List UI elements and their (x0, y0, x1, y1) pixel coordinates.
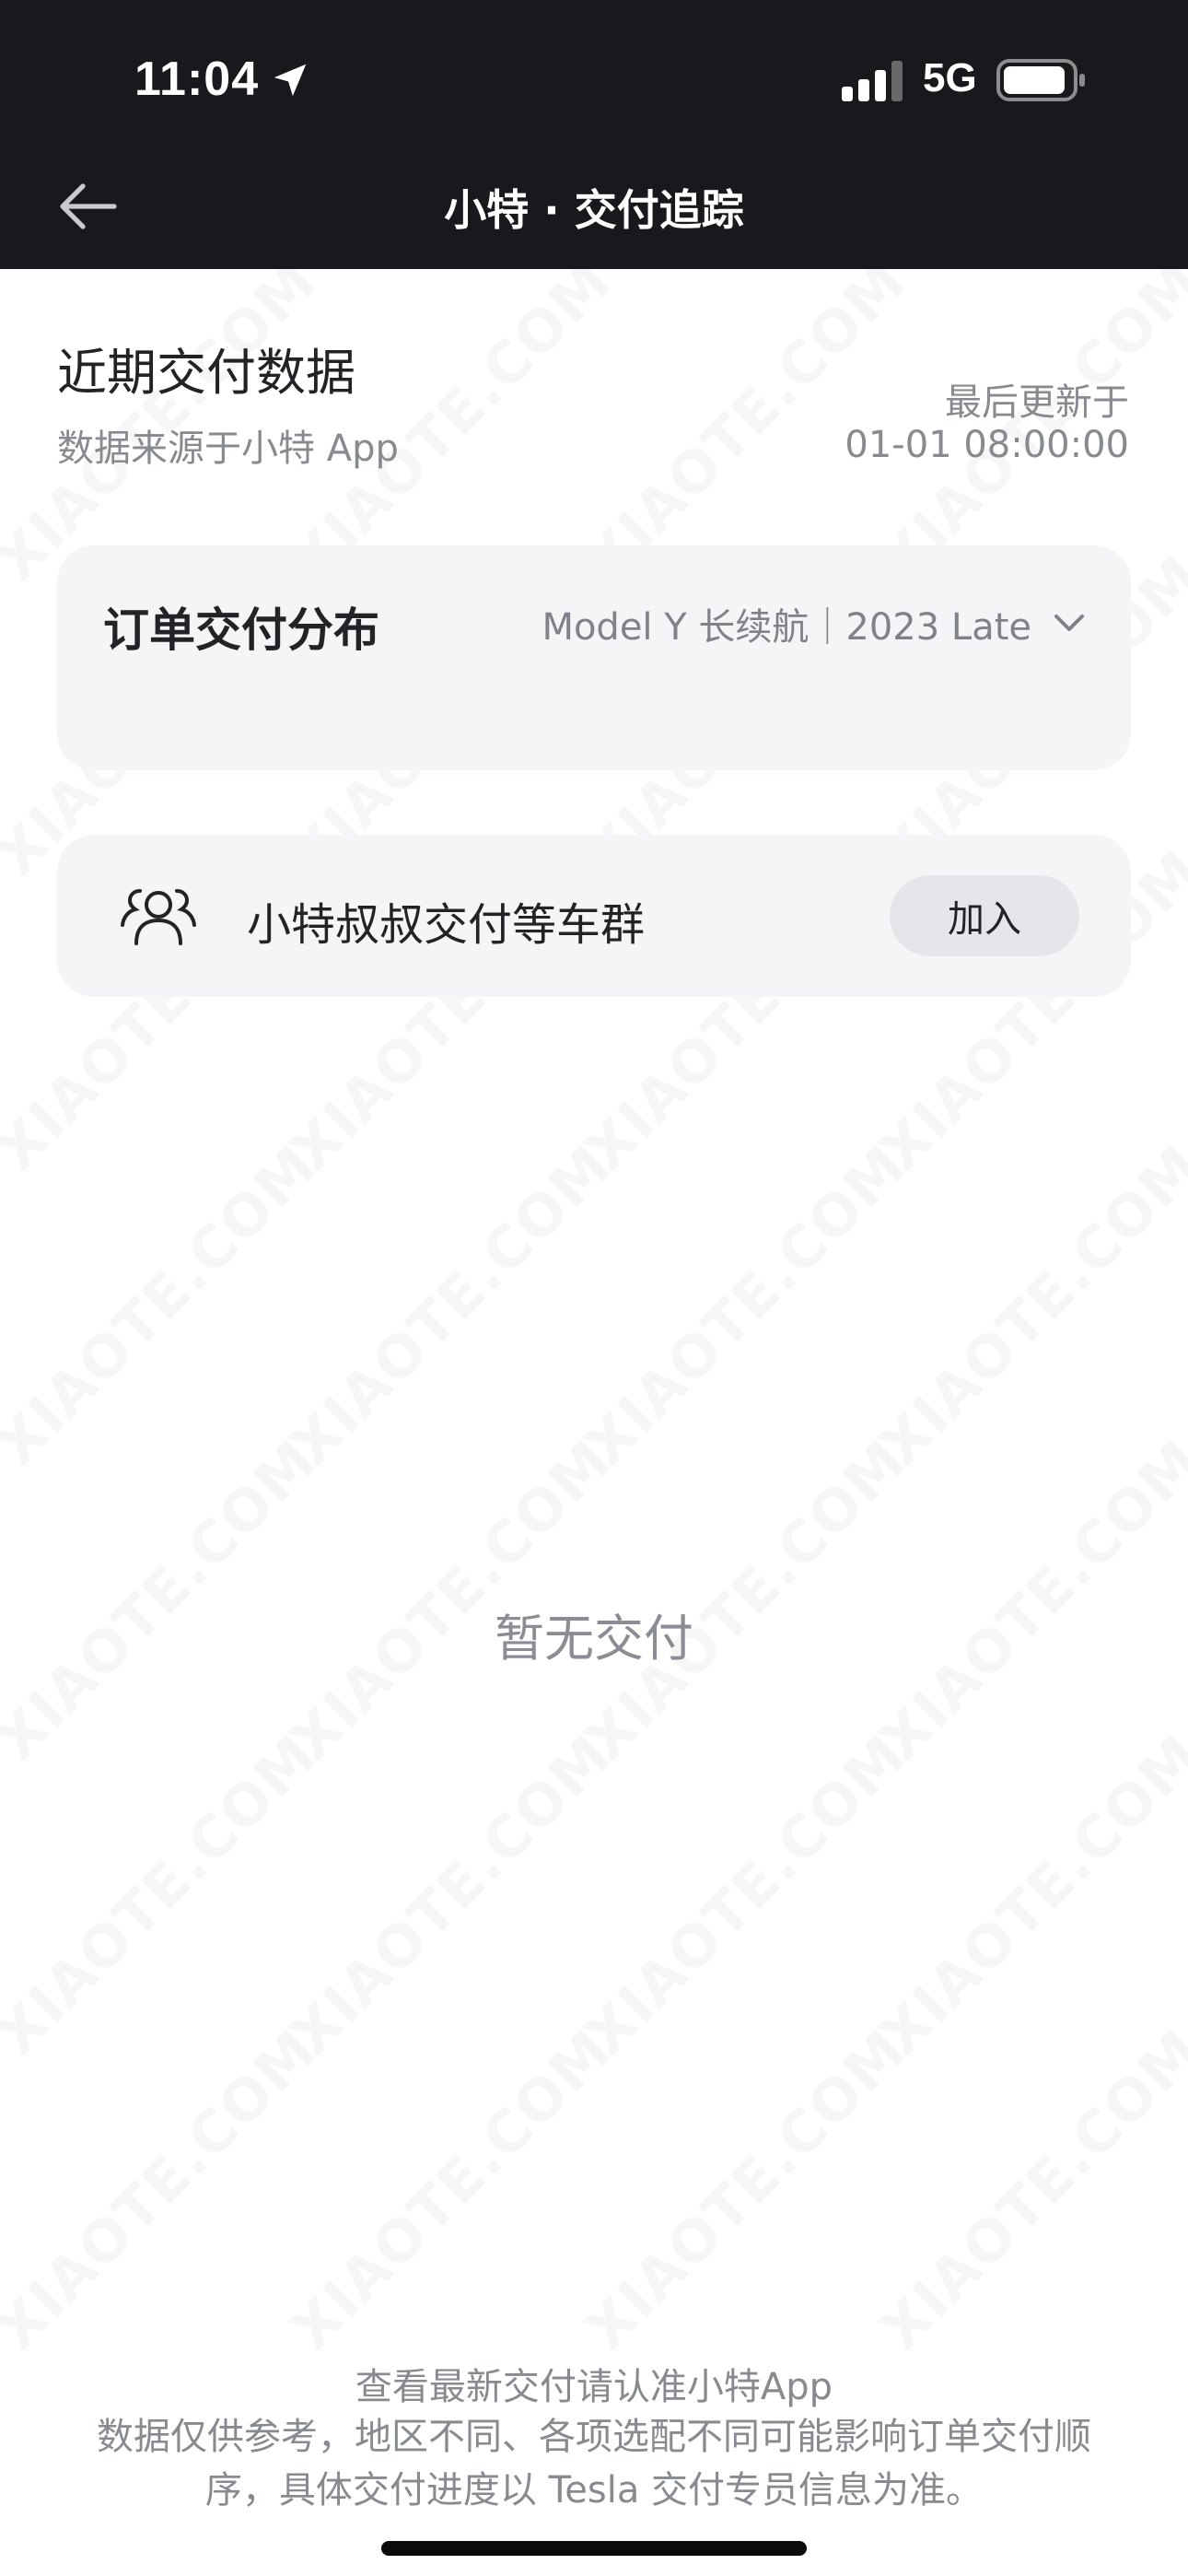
watermark-text: XIAOTE.COM (278, 2016, 625, 2363)
group-users-icon (121, 889, 196, 945)
page-title: 小特 · 交付追踪 (444, 185, 744, 235)
header: 11:04 5G 小特 · 交付追踪 (0, 0, 1188, 269)
cellular-signal-icon (842, 61, 903, 101)
join-group-button[interactable]: 加入 (890, 875, 1079, 956)
battery-icon (996, 59, 1085, 101)
network-type: 5G (923, 55, 977, 100)
model-selector[interactable]: Model Y 长续航｜2023 Late (542, 597, 1085, 650)
watermark-text: XIAOTE.COM (0, 1131, 330, 1479)
watermark-text: XIAOTE.COM (278, 1131, 625, 1479)
watermark-text: XIAOTE.COM (0, 1721, 330, 2068)
watermark-text: XIAOTE.COM (868, 1131, 1188, 1479)
recent-deliveries-title: 近期交付数据 (57, 344, 355, 402)
delivery-distribution-card: 订单交付分布 Model Y 长续航｜2023 Late (57, 545, 1131, 770)
status-time: 11:04 (134, 53, 260, 106)
page: XIAOTE.COM XIAOTE.COM XIAOTE.COM XIAOTE.… (0, 0, 1188, 2576)
footer-disclaimer: 数据仅供参考，地区不同、各项选配不同可能影响订单交付顺序，具体交付进度以 Tes… (97, 2416, 1091, 2512)
watermark-text: XIAOTE.COM (868, 1721, 1188, 2068)
empty-state-text: 暂无交付 (495, 1610, 693, 1668)
location-arrow-icon (274, 64, 307, 97)
home-indicator (381, 2541, 807, 2556)
waiting-group-card: 小特叔叔交付等车群 加入 (57, 835, 1131, 997)
watermark-text: XIAOTE.COM (278, 1721, 625, 2068)
last-updated-label: 最后更新于 (945, 381, 1129, 424)
watermark-text: XIAOTE.COM (573, 2016, 920, 2363)
footer-notice: 查看最新交付请认准小特App (355, 2366, 833, 2408)
last-updated-time: 01-01 08:00:00 (844, 424, 1129, 466)
data-source-text: 数据来源于小特 App (57, 427, 399, 470)
chevron-down-icon (1054, 615, 1084, 631)
model-selector-value: Model Y 长续航｜2023 Late (542, 606, 1031, 649)
watermark-text: XIAOTE.COM (868, 2016, 1188, 2363)
distribution-title: 订单交付分布 (103, 603, 379, 657)
watermark-text: XIAOTE.COM (573, 247, 920, 594)
watermark-text: XIAOTE.COM (573, 1131, 920, 1479)
watermark-text: XIAOTE.COM (0, 2016, 330, 2363)
watermark-text: XIAOTE.COM (573, 1721, 920, 2068)
group-name: 小特叔叔交付等车群 (247, 899, 646, 951)
